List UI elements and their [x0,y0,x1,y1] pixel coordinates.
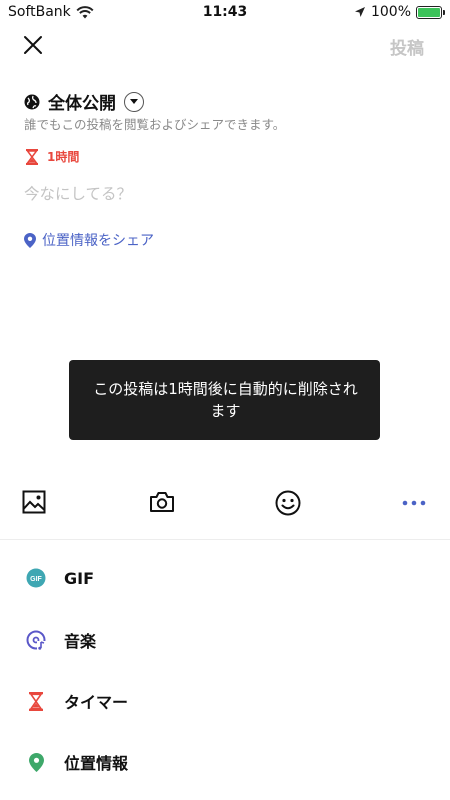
image-icon [22,490,46,514]
menu-label: 音楽 [64,632,97,651]
menu-item-timer[interactable]: タイマー [0,672,450,730]
battery-percent: 100% [370,4,411,20]
more-icon [402,500,426,506]
auto-delete-toast: この投稿は1時間後に自動的に削除されます [69,360,380,440]
menu-item-gif[interactable]: GIF GIF [0,549,450,607]
share-location-label: 位置情報をシェア [42,233,154,249]
close-icon [24,36,42,54]
smiley-icon [275,490,301,516]
location-pin-icon [26,752,46,772]
image-button[interactable] [22,490,48,516]
camera-button[interactable] [149,490,175,516]
camera-icon [150,492,174,512]
hourglass-icon [26,691,46,711]
timer-badge[interactable]: 1時間 [26,148,79,165]
post-text-input[interactable]: 今なにしてる？ [24,182,132,204]
status-bar: SoftBank 11:43 100% [0,0,450,26]
music-icon [26,630,46,650]
menu-label: タイマー [64,693,129,712]
timer-label: 1時間 [47,150,80,164]
gif-icon: GIF [26,568,46,588]
battery-charging-icon [416,5,445,19]
status-right: 100% [354,4,445,20]
audience-title: 全体公開 [48,94,116,114]
audience-description: 誰でもこの投稿を閲覧およびシェアできます。 [24,117,286,132]
emoji-button[interactable] [275,490,301,516]
menu-label: 位置情報 [64,754,129,773]
menu-label: GIF [64,568,95,588]
share-location-link[interactable]: 位置情報をシェア [24,230,154,250]
post-button[interactable]: 投稿 [390,34,424,59]
location-pin-icon [24,232,36,248]
hourglass-icon [26,148,38,165]
compose-toolbar [0,484,450,524]
more-button[interactable] [401,490,427,516]
svg-text:GIF: GIF [30,576,42,583]
toolbar-divider [0,539,450,540]
menu-item-music[interactable]: 音楽 [0,611,450,669]
menu-item-location[interactable]: 位置情報 [0,733,450,791]
audience-selector[interactable]: 全体公開 [24,89,144,114]
location-arrow-icon [354,7,365,17]
globe-icon [24,94,40,109]
close-button[interactable] [22,34,44,56]
chevron-down-icon [124,91,144,112]
toast-message: この投稿は1時間後に自動的に削除されます [93,380,358,420]
